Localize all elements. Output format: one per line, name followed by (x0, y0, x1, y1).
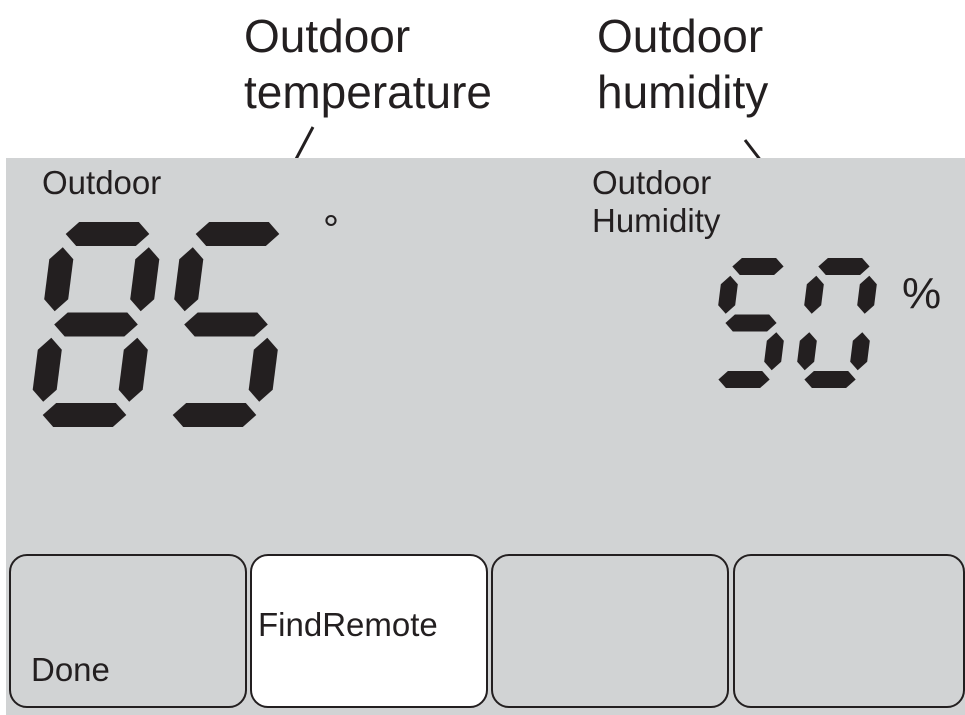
segment-a (195, 222, 280, 246)
segment-c (850, 332, 870, 371)
segment-d (804, 371, 856, 388)
outdoor-humidity-callout: Outdoor humidity (597, 10, 769, 118)
done-button[interactable]: Done (9, 554, 247, 708)
done-button-label: Done (31, 651, 110, 688)
digit (32, 222, 160, 427)
segment-g (725, 314, 777, 332)
outdoor-temperature-callout: Outdoor temperature (244, 10, 493, 118)
find-remote-button[interactable]: FindRemote (250, 554, 488, 708)
segment-a (65, 222, 150, 246)
segment-f (804, 275, 824, 314)
segment-c (764, 332, 784, 371)
digit (718, 258, 784, 388)
segment-e (32, 337, 62, 402)
softkey-3[interactable] (491, 554, 729, 708)
segment-g (54, 312, 138, 337)
softkey-bar: Done FindRemote (6, 554, 965, 715)
softkey-4[interactable] (733, 554, 965, 708)
segment-e (797, 332, 817, 371)
segment-g (184, 312, 268, 337)
segment-d (718, 371, 770, 388)
segment-b (130, 247, 160, 312)
segment-f (44, 247, 74, 312)
segment-d (42, 403, 127, 427)
segment-f (174, 247, 204, 312)
segment-a (732, 258, 784, 275)
digit (797, 258, 877, 388)
segment-f (718, 275, 738, 314)
segment-c (118, 337, 148, 402)
temperature-readout (32, 222, 280, 427)
degree-symbol: ° (323, 208, 339, 252)
segment-a (818, 258, 870, 275)
segment-b (857, 275, 877, 314)
percent-symbol: % (902, 269, 942, 318)
humidity-readout (718, 258, 877, 388)
segment-d (172, 403, 257, 427)
find-remote-button-label: FindRemote (258, 606, 438, 643)
segment-c (248, 337, 278, 402)
digit (172, 222, 280, 427)
